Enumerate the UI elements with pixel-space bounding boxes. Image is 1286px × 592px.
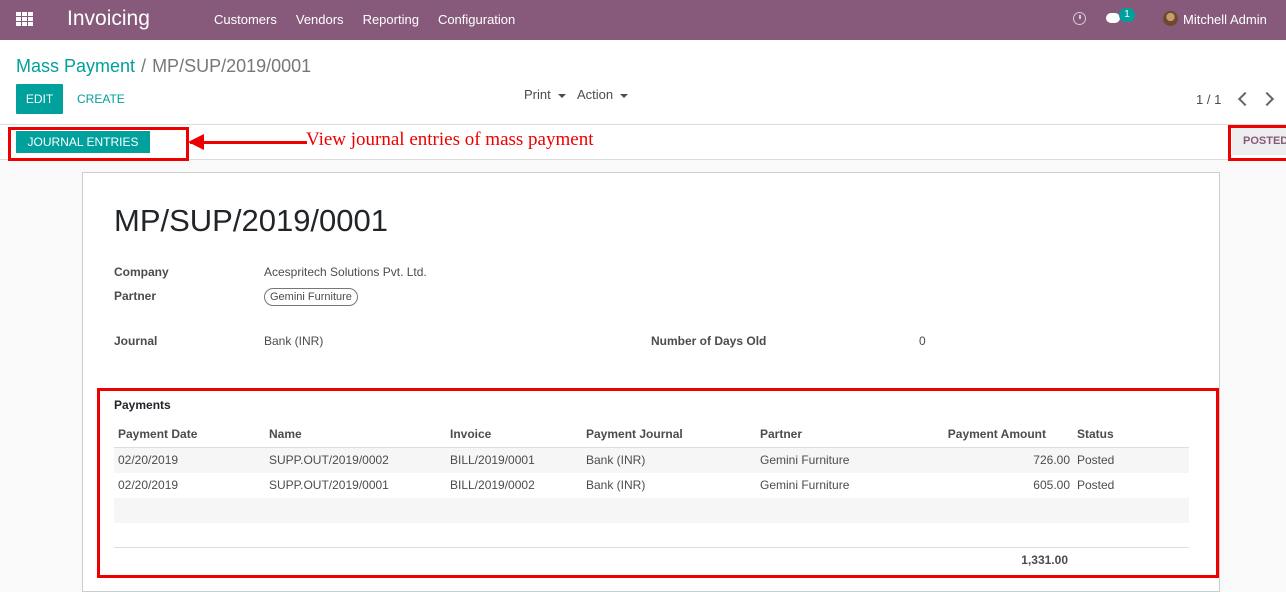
messages-chat-icon[interactable] [1106,13,1120,23]
days-old-label: Number of Days Old [651,334,767,348]
form-statusbar: JOURNAL ENTRIES View journal entries of … [0,125,1286,161]
annotation-text: View journal entries of mass payment [306,129,594,150]
app-name[interactable]: Invoicing [67,7,150,31]
journal-value[interactable]: Bank (INR) [264,334,323,348]
edit-button[interactable]: EDIT [16,84,63,114]
control-panel: Mass Payment / MP/SUP/2019/0001 EDIT CREAT… [0,40,1286,125]
days-old-value: 0 [919,334,926,348]
pager-previous-icon[interactable] [1237,91,1253,107]
breadcrumb-parent[interactable]: Mass Payment [16,56,135,76]
journal-label: Journal [114,334,158,348]
messages-count-badge: 1 [1119,8,1135,22]
menu-item-customers[interactable]: Customers [214,12,277,27]
pager-next-icon[interactable] [1259,91,1275,107]
apps-menu-icon[interactable] [16,12,33,26]
breadcrumb-current: MP/SUP/2019/0001 [152,56,312,76]
user-avatar[interactable] [1163,11,1178,26]
partner-tag[interactable]: Gemini Furniture [264,288,358,306]
action-dropdown[interactable]: Action [577,87,628,102]
menu-item-reporting[interactable]: Reporting [363,12,419,27]
company-value[interactable]: Acespritech Solutions Pvt. Ltd. [264,265,427,279]
menu-item-vendors[interactable]: Vendors [296,12,344,27]
main-menu: Customers Vendors Reporting Configuratio… [214,12,534,27]
breadcrumb-separator: / [141,56,147,76]
annotation-arrow [188,134,307,150]
menu-item-configuration[interactable]: Configuration [438,12,515,27]
partner-label: Partner [114,289,157,303]
annotation-highlight-box-payments [97,388,1219,578]
user-menu[interactable]: Mitchell Admin [1183,12,1267,27]
company-label: Company [114,265,169,279]
annotation-highlight-box-status [1228,125,1286,161]
record-title: MP/SUP/2019/0001 [114,203,389,238]
print-dropdown[interactable]: Print [524,87,566,102]
create-button[interactable]: CREATE [77,84,125,114]
pager-value[interactable]: 1 / 1 [1196,92,1221,107]
top-navbar: Invoicing Customers Vendors Reporting Co… [0,0,1286,40]
activities-clock-icon[interactable] [1073,12,1086,25]
annotation-highlight-box [8,127,189,161]
breadcrumb: Mass Payment / MP/SUP/2019/0001 [16,56,311,77]
